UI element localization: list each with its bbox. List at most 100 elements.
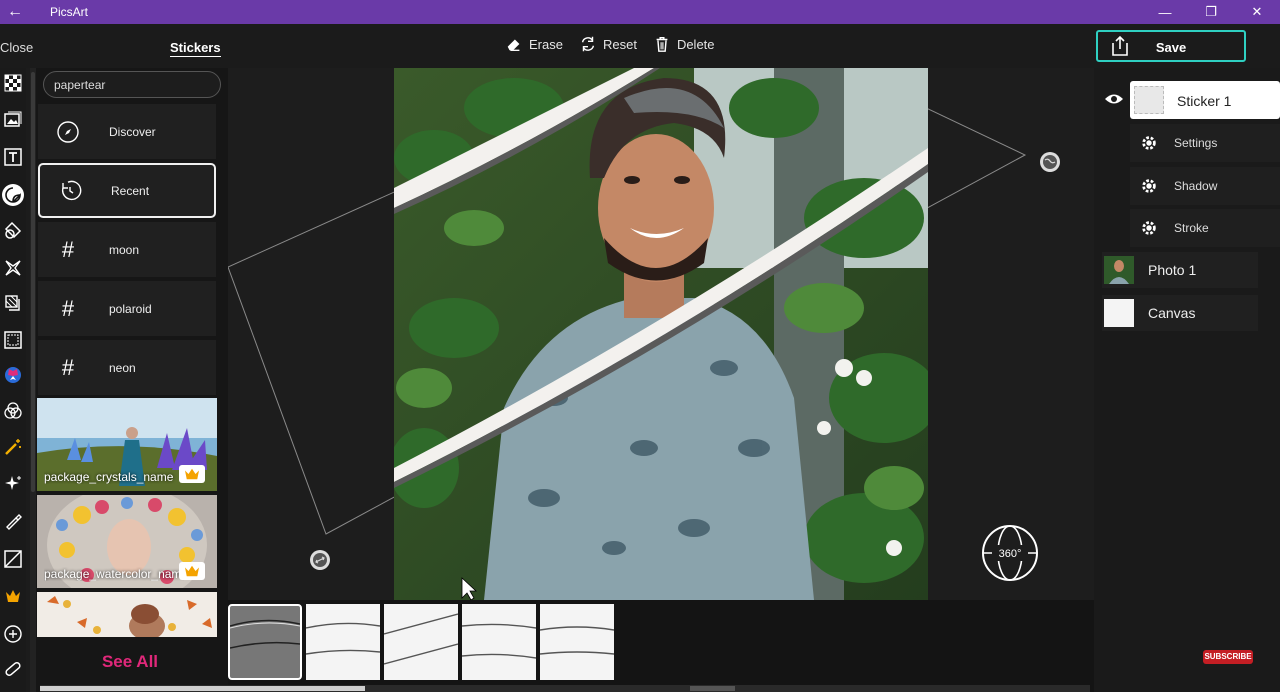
subscribe-badge[interactable]: SUBSCRIBE <box>1203 650 1253 664</box>
premium-crown-icon <box>179 465 205 483</box>
paper-tear-thumbnail <box>230 619 300 649</box>
sticker-actions: Erase Reset Delete <box>505 35 715 53</box>
brush-tool-icon[interactable] <box>2 510 24 532</box>
premium-crown-icon <box>179 562 205 580</box>
option-label: Settings <box>1174 136 1218 150</box>
package-autumn-thumbnail <box>37 592 217 637</box>
layers-panel: Sticker 1 Settings Shadow Stroke Photo 1… <box>1094 68 1280 692</box>
shape-tool-icon[interactable] <box>2 220 24 242</box>
close-button[interactable]: Close <box>0 40 33 55</box>
top-toolbar: Close Stickers Erase Reset Delete Save <box>0 24 1280 68</box>
category-label: Discover <box>109 124 156 139</box>
sticker-variant[interactable] <box>228 604 302 680</box>
visibility-eye-icon[interactable] <box>1104 92 1124 106</box>
view-360-button[interactable]: 360° <box>980 523 1040 583</box>
horizontal-scrollbar[interactable] <box>40 685 1090 692</box>
badge-360-text: 360° <box>999 548 1022 560</box>
bandage-tool-icon[interactable] <box>2 658 24 680</box>
sparkle-burst-icon[interactable] <box>2 257 24 279</box>
package-name: package_crystals_name <box>44 470 174 484</box>
save-label: Save <box>1155 40 1187 55</box>
erase-button[interactable]: Erase <box>505 35 563 53</box>
sticker-variant[interactable] <box>462 604 536 680</box>
sticker-variant[interactable] <box>540 604 614 680</box>
tool-rail-scroll-thumb[interactable] <box>31 72 35 492</box>
horizontal-scroll-thumb[interactable] <box>40 686 365 691</box>
eraser-icon <box>507 39 520 51</box>
sticker-stroke-option[interactable]: Stroke <box>1130 209 1280 247</box>
reset-label: Reset <box>602 36 637 52</box>
category-recent[interactable]: Recent <box>38 163 216 218</box>
reset-button[interactable]: Reset <box>579 35 637 53</box>
stickers-tab-title: Stickers <box>170 40 221 57</box>
gradient-tool-icon[interactable] <box>2 548 24 570</box>
hashtag-icon: # <box>61 236 75 262</box>
category-label: polaroid <box>109 301 152 316</box>
option-label: Stroke <box>1174 221 1209 235</box>
sticker-settings-option[interactable]: Settings <box>1130 124 1280 162</box>
package-name: package_watercolor_name <box>44 567 184 581</box>
hashtag-icon: # <box>61 295 75 321</box>
sticker-variant[interactable] <box>384 604 458 680</box>
sticker-panel: papertear Discover Recent # moon # polar… <box>36 68 259 692</box>
minimize-icon[interactable]: — <box>1142 0 1188 24</box>
butterfly-tool-icon[interactable] <box>2 364 24 386</box>
compass-icon <box>38 120 98 144</box>
globe-icon <box>1043 155 1057 169</box>
canvas-stage[interactable]: 360° <box>228 68 1094 600</box>
erase-label: Erase <box>529 36 563 52</box>
photo-layer[interactable] <box>394 68 928 600</box>
resize-rotate-handle[interactable] <box>310 550 330 570</box>
hashtag-icon: # <box>61 354 75 380</box>
package-watercolor[interactable]: package_watercolor_name <box>37 495 217 588</box>
see-all-button[interactable]: See All <box>36 652 224 672</box>
close-window-icon[interactable]: ✕ <box>1234 0 1280 24</box>
photo-layer-thumbnail <box>1104 256 1134 284</box>
package-crystals[interactable]: package_crystals_name <box>37 398 217 491</box>
paper-tear-thumbnail <box>384 613 458 665</box>
gear-icon <box>1142 221 1156 235</box>
gear-icon <box>1142 136 1156 150</box>
paper-tear-thumbnail <box>540 626 614 655</box>
clock-icon <box>40 179 100 203</box>
sticker-shadow-option[interactable]: Shadow <box>1130 167 1280 205</box>
layer-photo-1[interactable]: Photo 1 <box>1102 252 1258 288</box>
blend-circles-icon[interactable] <box>2 400 24 422</box>
category-discover[interactable]: Discover <box>38 104 216 159</box>
package-autumn[interactable] <box>37 592 217 637</box>
globe-360-icon: 360° <box>982 525 1038 581</box>
premium-crown-icon[interactable] <box>2 585 24 607</box>
checker-tool-icon[interactable] <box>2 72 24 94</box>
paper-tear-thumbnail <box>462 623 536 659</box>
app-title: PicsArt <box>50 5 89 19</box>
category-polaroid[interactable]: # polaroid <box>38 281 216 336</box>
strip-scroll-thumb[interactable] <box>690 686 735 691</box>
rotate-icon <box>313 553 327 567</box>
frame-tool-icon[interactable] <box>2 329 24 351</box>
layer-sticker-1[interactable]: Sticker 1 <box>1130 81 1280 119</box>
category-moon[interactable]: # moon <box>38 222 216 277</box>
category-label: neon <box>109 360 136 375</box>
back-arrow-icon[interactable]: ← <box>0 3 30 21</box>
sparkles-icon[interactable] <box>2 472 24 494</box>
category-neon[interactable]: # neon <box>38 340 216 395</box>
layers-tool-icon[interactable] <box>2 292 24 314</box>
maximize-icon[interactable]: ❐ <box>1188 0 1234 24</box>
sticker-variant[interactable] <box>306 604 380 680</box>
delete-button[interactable]: Delete <box>653 35 715 53</box>
globe-rotate-handle[interactable] <box>1040 152 1060 172</box>
sticker-search-input[interactable]: papertear <box>43 71 221 98</box>
magic-wand-icon[interactable] <box>2 436 24 458</box>
add-circle-icon[interactable] <box>2 623 24 645</box>
layer-canvas[interactable]: Canvas <box>1102 295 1258 331</box>
sticker-layer-thumbnail <box>1134 86 1164 114</box>
option-label: Shadow <box>1174 179 1218 193</box>
category-label: moon <box>109 242 140 257</box>
image-tool-icon[interactable] <box>2 109 24 131</box>
portrait-photo <box>394 68 928 600</box>
sticker-tool-icon[interactable] <box>2 184 24 206</box>
text-tool-icon[interactable] <box>2 146 24 168</box>
tool-rail <box>0 68 26 692</box>
title-bar: ← PicsArt — ❐ ✕ <box>0 0 1280 24</box>
save-button[interactable]: Save <box>1096 30 1246 62</box>
